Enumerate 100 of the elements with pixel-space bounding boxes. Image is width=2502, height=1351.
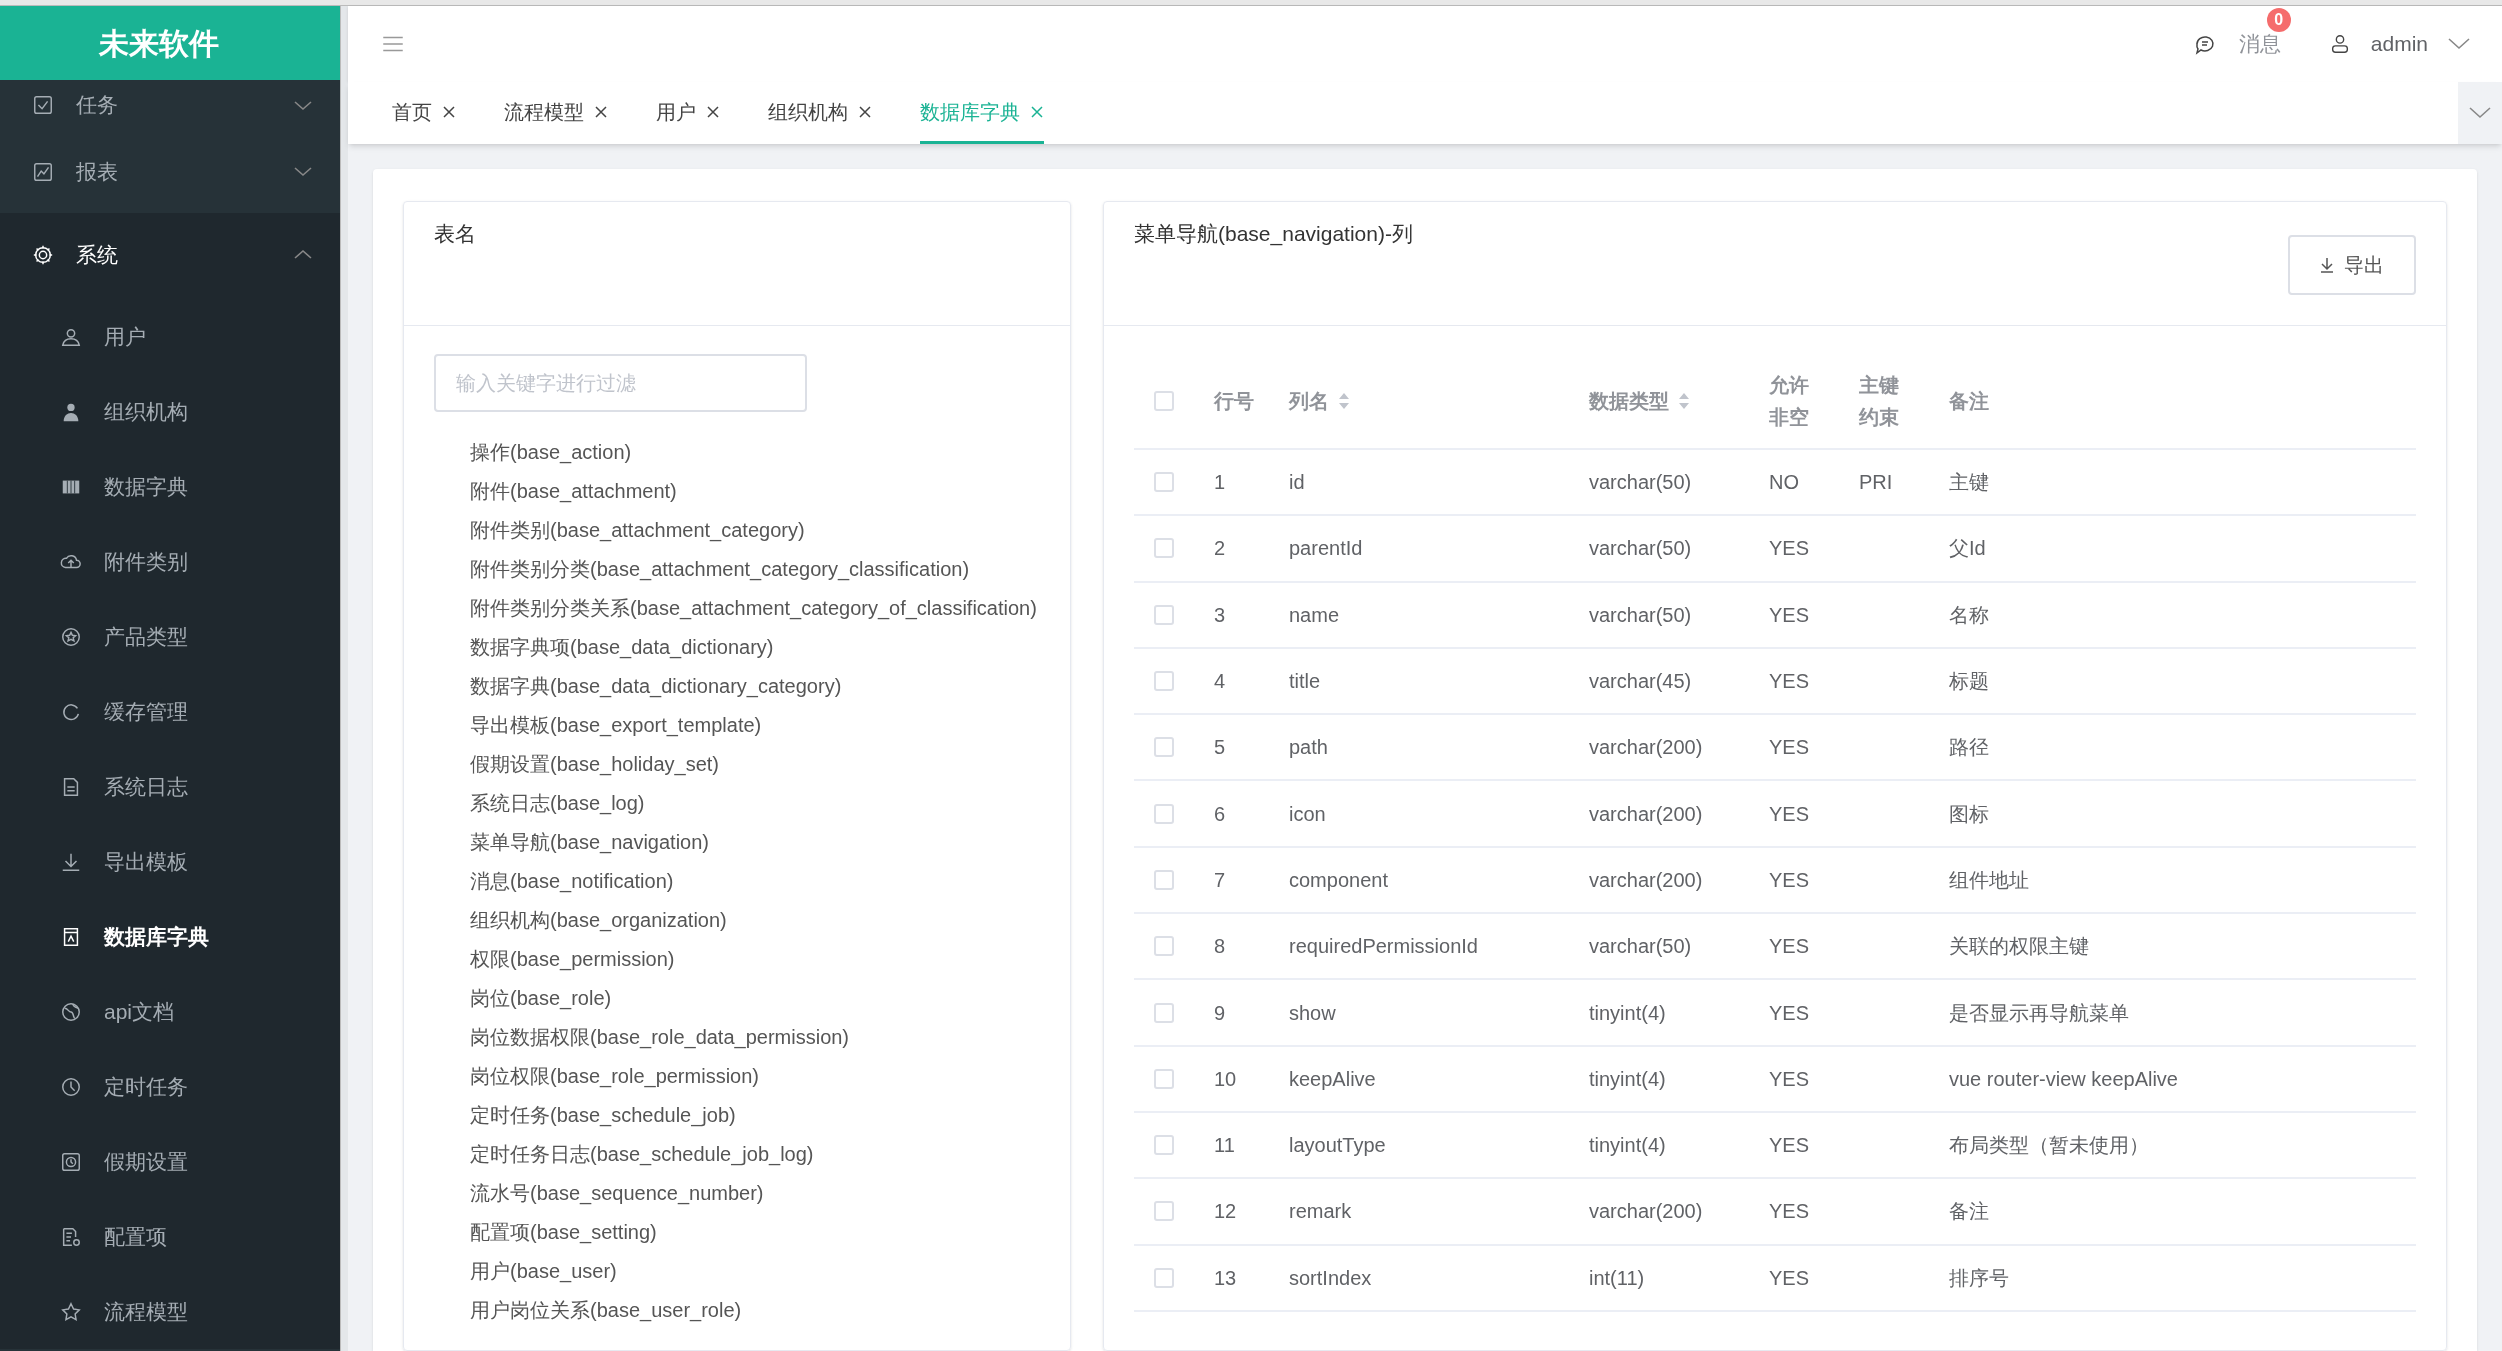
checkbox[interactable] [1154,538,1174,559]
filter-input[interactable]: 输入关键字进行过滤 [434,354,807,412]
notification-badge: 0 [2266,8,2291,33]
sidebar-item[interactable]: 假期设置 [0,1124,340,1199]
table-cell: 5 [1214,736,1226,759]
close-icon[interactable] [594,104,608,119]
checkbox[interactable] [1154,1135,1174,1156]
sidebar-menu-group[interactable]: 系统 [0,213,340,296]
checkbox[interactable] [1154,391,1174,411]
clock-icon [60,1075,82,1098]
export-button[interactable]: 导出 [2288,235,2416,295]
table-cell: 7 [1214,868,1226,891]
checkbox[interactable] [1154,1002,1174,1023]
checkbox[interactable] [1154,936,1174,957]
table-cell: 父Id [1949,537,1986,560]
tree-item[interactable]: 数据字典项(base_data_dictionary) [470,631,774,662]
table-cell: tinyint(4) [1589,1134,1666,1157]
tree-item[interactable]: 附件类别(base_attachment_category) [470,514,805,545]
tree-item[interactable]: 配置项(base_setting) [470,1216,657,1247]
tab[interactable]: 首页 [392,82,456,144]
tree-item[interactable]: 定时任务(base_schedule_job) [470,1099,736,1130]
tab[interactable]: 用户 [656,82,720,144]
table-cell: YES [1769,802,1810,825]
tree-item[interactable]: 操作(base_action) [470,436,632,467]
tree-item[interactable]: 数据字典(base_data_dictionary_category) [470,670,842,701]
tree-item[interactable]: 权限(base_permission) [470,943,675,974]
sort-icon[interactable] [1679,393,1689,409]
checkbox[interactable] [1154,803,1174,824]
sidebar-item[interactable]: 数据库字典 [0,899,340,974]
user-menu[interactable]: admin [2370,28,2428,60]
table-cell: varchar(200) [1589,802,1703,825]
table-cell: YES [1769,868,1810,891]
table-cell: varchar(200) [1589,1200,1703,1223]
sidebar-item[interactable]: api文档 [0,974,340,1049]
checkbox[interactable] [1154,869,1174,890]
checkbox[interactable] [1154,1068,1174,1089]
sidebar-item[interactable]: 系统日志 [0,749,340,824]
sidebar-item[interactable]: 配置项 [0,1199,340,1274]
table-cell: 1 [1214,471,1226,494]
close-icon[interactable] [858,104,872,119]
close-icon[interactable] [706,104,720,119]
table-cell: 名称 [1949,603,1989,626]
checkbox[interactable] [1154,472,1174,493]
tree-item[interactable]: 附件类别分类(base_attachment_category_classification) [470,553,970,584]
sort-icon[interactable] [1339,393,1349,409]
table-cell: vue router-view keepAlive [1949,1067,2178,1090]
sidebar-item[interactable]: 缓存管理 [0,674,340,749]
sidebar-item[interactable]: 导出模板 [0,824,340,899]
tree-item[interactable]: 导出模板(base_export_template) [470,709,762,740]
sidebar-item[interactable]: 附件类别 [0,524,340,599]
table-cell: name [1289,603,1340,626]
star-icon [60,1300,82,1323]
tree-item[interactable]: 系统日志(base_log) [470,787,645,818]
tab[interactable]: 流程模型 [504,82,608,144]
sidebar-item[interactable]: 用户 [0,299,340,374]
table-cell: 2 [1214,537,1226,560]
table-cell: title [1289,670,1321,693]
chevron-down-icon[interactable] [2448,38,2470,50]
column-header: 主键约束 [1859,373,1900,430]
table-cell: path [1289,736,1328,759]
tree-item[interactable]: 组织机构(base_organization) [470,904,727,935]
tree-item[interactable]: 定时任务日志(base_schedule_job_log) [470,1138,814,1169]
tree-item[interactable]: 菜单导航(base_navigation) [470,826,709,857]
table-cell: 13 [1214,1266,1237,1289]
sidebar-item[interactable]: 流程模型 [0,1274,340,1349]
tab[interactable]: 组织机构 [768,82,872,144]
sidebar-menu-group[interactable]: 任务 [0,80,340,130]
checkbox[interactable] [1154,1267,1174,1288]
table-cell: layoutType [1289,1134,1386,1157]
settings-icon [32,243,54,266]
checkbox[interactable] [1154,604,1174,625]
tree-item[interactable]: 用户岗位关系(base_user_role) [470,1294,742,1325]
sidebar-item[interactable]: 数据字典 [0,449,340,524]
checkbox[interactable] [1154,737,1174,758]
chevron-down-icon[interactable] [2469,107,2491,119]
table-cell: YES [1769,736,1810,759]
table-cell: icon [1289,802,1326,825]
sidebar-item[interactable]: 产品类型 [0,599,340,674]
sidebar-item[interactable]: 组织机构 [0,374,340,449]
star-circle-icon [60,625,82,648]
tree-item[interactable]: 消息(base_notification) [470,865,674,896]
tree-item[interactable]: 附件类别分类关系(base_attachment_category_of_classification) [470,592,1037,623]
table-cell: 3 [1214,603,1226,626]
table-cell: 主键 [1949,471,1989,494]
sidebar-item[interactable]: 定时任务 [0,1049,340,1124]
tree-item[interactable]: 用户(base_user) [470,1255,617,1286]
tree-item[interactable]: 假期设置(base_holiday_set) [470,748,719,779]
close-icon[interactable] [442,104,456,119]
table-cell: sortIndex [1289,1266,1372,1289]
download-icon [2320,257,2334,273]
table-cell: 排序号 [1949,1266,2009,1289]
tree-item[interactable]: 流水号(base_sequence_number) [470,1177,764,1208]
tree-item[interactable]: 岗位数据权限(base_role_data_permission) [470,1021,850,1052]
globe-icon [60,1000,82,1023]
sidebar-menu-group[interactable]: 报表 [0,130,340,213]
tree-item[interactable]: 岗位权限(base_role_permission) [470,1060,759,1091]
tree-item[interactable]: 岗位(base_role) [470,982,612,1013]
checkbox[interactable] [1154,1201,1174,1222]
checkbox[interactable] [1154,671,1174,692]
tree-item[interactable]: 附件(base_attachment) [470,475,677,506]
